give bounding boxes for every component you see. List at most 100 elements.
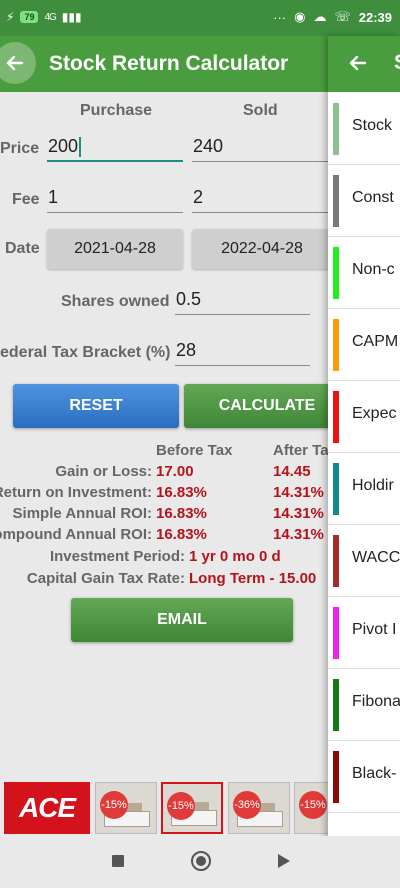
battery-icon: 79 bbox=[20, 11, 39, 23]
tax-bracket-input[interactable]: 28 bbox=[175, 336, 310, 366]
drawer-item-label: Expec bbox=[352, 405, 397, 422]
roi-before: 16.83% bbox=[156, 484, 207, 501]
capital-gain-tax-label: Capital Gain Tax Rate: bbox=[26, 570, 185, 587]
gain-loss-before: 17.00 bbox=[156, 463, 194, 480]
drawer-item-label: Black- bbox=[352, 765, 397, 782]
roi-after: 14.31% bbox=[273, 484, 324, 501]
drawer-header: S bbox=[328, 36, 400, 92]
calculator-screen: Stock Return Calculator Purchase Sold Pr… bbox=[0, 36, 328, 836]
calculate-button[interactable]: CALCULATE bbox=[184, 384, 328, 428]
discount-badge: -15% bbox=[299, 791, 327, 819]
page-title: Stock Return Calculator bbox=[49, 52, 289, 75]
purchase-column-header: Purchase bbox=[80, 102, 153, 119]
discount-badge: -36% bbox=[233, 791, 261, 819]
compound-annual-roi-after: 14.31% bbox=[273, 526, 324, 543]
network-label: 4G bbox=[44, 11, 56, 23]
drawer-item-color-bar bbox=[333, 175, 339, 227]
drawer-item[interactable]: Black- bbox=[328, 741, 400, 813]
toolbar: Stock Return Calculator bbox=[0, 36, 328, 92]
ad-banner[interactable]: ACE -15% -15% -36% -15% bbox=[0, 778, 328, 836]
sold-fee-input[interactable]: 2 bbox=[192, 183, 328, 213]
drawer-item-color-bar bbox=[333, 751, 339, 803]
drawer-item-color-bar bbox=[333, 103, 339, 155]
drawer-item-label: WACC bbox=[352, 549, 400, 566]
drawer-item[interactable]: Pivot I bbox=[328, 597, 400, 669]
drawer-item-label: Holdir bbox=[352, 477, 394, 494]
shares-owned-input[interactable]: 0.5 bbox=[175, 285, 310, 315]
system-nav-bar bbox=[0, 836, 400, 888]
drawer-item-label: Stock bbox=[352, 117, 393, 134]
drawer-item-label: Non-c bbox=[352, 261, 395, 278]
drawer-item-label: CAPM bbox=[352, 333, 399, 350]
sold-column-header: Sold bbox=[243, 102, 278, 119]
price-label: Price bbox=[0, 140, 40, 157]
ace-logo[interactable]: ACE bbox=[4, 782, 90, 834]
ad-product-3[interactable]: -36% bbox=[228, 782, 290, 834]
drawer-item[interactable]: Expec bbox=[328, 381, 400, 453]
signal-icon: ▮▮▮ bbox=[61, 10, 82, 24]
drawer-item-color-bar bbox=[333, 463, 339, 515]
drawer-item-color-bar bbox=[333, 607, 339, 659]
reset-button[interactable]: RESET bbox=[13, 384, 179, 428]
cloud-icon: ☁ bbox=[313, 9, 327, 24]
discount-badge: -15% bbox=[100, 791, 128, 819]
text-caret bbox=[79, 137, 82, 158]
drawer-item[interactable]: Non-c bbox=[328, 237, 400, 309]
drawer-item-color-bar bbox=[333, 391, 339, 443]
before-tax-header: Before Tax bbox=[156, 442, 233, 459]
drawer-item-color-bar bbox=[333, 535, 339, 587]
ad-product-4[interactable]: -15% bbox=[294, 782, 328, 834]
tax-bracket-label: ederal Tax Bracket (%) bbox=[0, 344, 171, 361]
drawer-item[interactable]: Stock bbox=[328, 93, 400, 165]
ad-product-2[interactable]: -15% bbox=[161, 782, 223, 834]
purchase-price-input[interactable]: 200 bbox=[47, 132, 183, 162]
compound-annual-roi-label: ompound Annual ROI: bbox=[0, 526, 152, 543]
simple-annual-roi-before: 16.83% bbox=[156, 505, 207, 522]
compound-annual-roi-before: 16.83% bbox=[156, 526, 207, 543]
clock: 22:39 bbox=[358, 9, 392, 25]
pinterest-icon: ◉ bbox=[294, 9, 306, 24]
recents-button[interactable] bbox=[112, 855, 124, 867]
drawer-item[interactable]: Const bbox=[328, 165, 400, 237]
purchase-fee-input[interactable]: 1 bbox=[47, 183, 183, 213]
capital-gain-tax-value: Long Term - 15.00 bbox=[189, 570, 317, 587]
drawer-item-label: Fibona bbox=[352, 693, 400, 710]
drawer-item-label: Pivot I bbox=[352, 621, 397, 638]
more-notifications-icon: ··· bbox=[273, 9, 287, 25]
status-bar: ⚡ 79 4G ▮▮▮ ··· ◉ ☁ ☏ 22:39 bbox=[0, 0, 400, 36]
purchase-date-button[interactable]: 2021-04-28 bbox=[47, 229, 183, 269]
gain-loss-after: 14.45 bbox=[273, 463, 311, 480]
drawer-item-color-bar bbox=[333, 679, 339, 731]
gain-loss-label: Gain or Loss: bbox=[55, 463, 152, 480]
roi-label: Return on Investment: bbox=[0, 484, 152, 501]
charging-icon: ⚡ bbox=[6, 10, 15, 24]
drawer-item[interactable]: WACC bbox=[328, 525, 400, 597]
purchase-price-value: 200 bbox=[48, 136, 79, 156]
home-button[interactable] bbox=[191, 851, 211, 871]
investment-period-label: Investment Period: bbox=[49, 548, 185, 565]
discount-badge: -15% bbox=[167, 792, 195, 820]
shares-owned-label: Shares owned bbox=[61, 293, 170, 310]
sold-date-button[interactable]: 2022-04-28 bbox=[192, 229, 328, 269]
status-right: ··· ◉ ☁ ☏ 22:39 bbox=[273, 9, 392, 25]
sold-price-input[interactable]: 240 bbox=[192, 132, 328, 162]
after-tax-header: After Ta bbox=[273, 442, 328, 459]
drawer-item[interactable]: CAPM bbox=[328, 309, 400, 381]
drawer-item[interactable]: Fibona bbox=[328, 669, 400, 741]
drawer-item[interactable]: Holdir bbox=[328, 453, 400, 525]
back-button[interactable] bbox=[0, 42, 36, 84]
ace-logo-text: ACE bbox=[18, 792, 76, 823]
arrow-left-icon[interactable] bbox=[348, 53, 368, 73]
simple-annual-roi-label: Simple Annual ROI: bbox=[12, 505, 152, 522]
back-nav-button[interactable] bbox=[278, 854, 290, 868]
email-button[interactable]: EMAIL bbox=[71, 598, 293, 642]
navigation-drawer: S Stock Const Non-c CAPM Expec Holdir WACC Pivo… bbox=[328, 36, 400, 888]
fee-label: Fee bbox=[12, 191, 40, 208]
drawer-item-color-bar bbox=[333, 247, 339, 299]
simple-annual-roi-after: 14.31% bbox=[273, 505, 324, 522]
date-label: Date bbox=[5, 240, 40, 257]
investment-period-value: 1 yr 0 mo 0 d bbox=[189, 548, 281, 565]
ad-product-1[interactable]: -15% bbox=[95, 782, 157, 834]
whatsapp-icon: ☏ bbox=[334, 9, 351, 24]
drawer-item-label: Const bbox=[352, 189, 394, 206]
